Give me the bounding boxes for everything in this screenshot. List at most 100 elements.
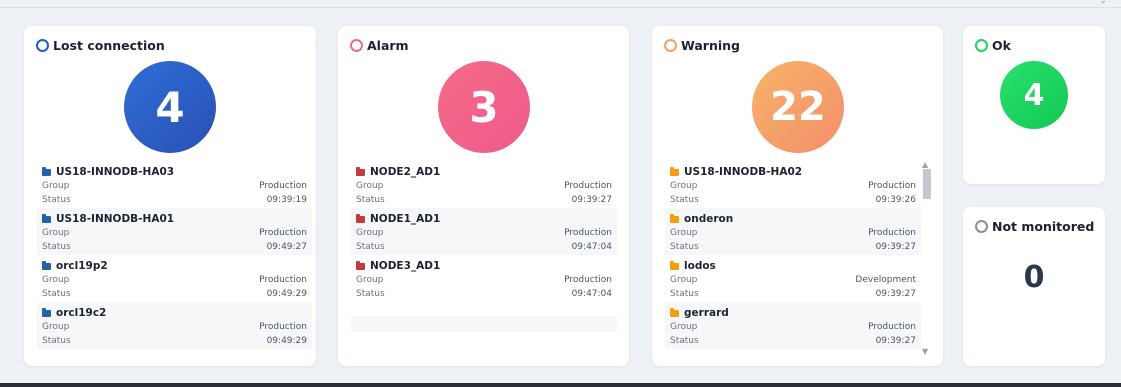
- status-label: Status: [670, 195, 699, 205]
- list-item[interactable]: lodos Group Development Status 09:39:27: [665, 255, 921, 302]
- folder-icon: [42, 307, 51, 317]
- status-label: Status: [356, 289, 385, 299]
- host-name-text: US18-INNODB-HA01: [56, 213, 175, 225]
- not-monitored-card: Not monitored 0: [963, 207, 1105, 366]
- card-title: Ok: [975, 38, 1011, 53]
- host-name[interactable]: orcl19p2: [42, 260, 108, 272]
- status-row: Status 09:49:29: [42, 289, 307, 299]
- list-item[interactable]: gerrard Group Production Status 09:39:27: [665, 302, 921, 349]
- group-value: Production: [868, 181, 916, 191]
- group-row: Group Production: [356, 181, 612, 191]
- status-label: Status: [42, 289, 71, 299]
- list-item[interactable]: orcl19c2 Group Production Status 09:49:29: [37, 302, 312, 349]
- status-label: Status: [42, 195, 71, 205]
- host-name[interactable]: gerrard: [670, 307, 729, 319]
- group-label: Group: [356, 275, 384, 285]
- list-item[interactable]: onderon Group Production Status 09:39:27: [665, 208, 921, 255]
- card-title-text: Ok: [992, 38, 1011, 53]
- bottom-border: [0, 383, 1121, 387]
- list-item[interactable]: US18-INNODB-HA02 Group Production Status 09:…: [665, 161, 921, 208]
- count-circle[interactable]: 4: [124, 61, 216, 153]
- status-ring-icon: [975, 39, 988, 52]
- top-divider: [0, 0, 1121, 8]
- status-time: 09:47:04: [571, 242, 612, 252]
- group-label: Group: [670, 322, 698, 332]
- group-label: Group: [670, 181, 698, 191]
- folder-icon: [42, 213, 51, 223]
- scroll-up-icon[interactable]: ▲: [922, 161, 928, 169]
- host-name-text: NODE3_AD1: [370, 260, 441, 272]
- host-name-text: NODE1_AD1: [370, 213, 441, 225]
- group-value: Production: [259, 228, 307, 238]
- status-label: Status: [356, 195, 385, 205]
- card-title: Alarm: [350, 38, 409, 53]
- group-label: Group: [356, 181, 384, 191]
- list-item[interactable]: NODE2_AD1 Group Production Status 09:39:27: [351, 161, 617, 208]
- status-row: Status 09:47:04: [356, 242, 612, 252]
- status-row: Status 09:39:19: [42, 195, 307, 205]
- host-name[interactable]: US18-INNODB-HA03: [42, 166, 174, 178]
- status-row: Status 09:39:27: [670, 242, 916, 252]
- folder-icon: [670, 166, 679, 176]
- host-name-text: orcl19p2: [56, 260, 108, 272]
- status-time: 09:39:27: [875, 289, 916, 299]
- host-name-text: onderon: [684, 213, 734, 225]
- host-list: NODE2_AD1 Group Production Status 09:39:27 NO…: [351, 161, 617, 356]
- folder-icon: [42, 260, 51, 270]
- group-row: Group Production: [670, 228, 916, 238]
- host-name[interactable]: NODE1_AD1: [356, 213, 440, 225]
- status-ring-icon: [664, 39, 677, 52]
- host-list: US18-INNODB-HA02 Group Production Status 09:…: [665, 161, 921, 356]
- folder-icon: [356, 260, 365, 270]
- host-name[interactable]: lodos: [670, 260, 716, 272]
- status-ring-icon: [350, 39, 363, 52]
- group-label: Group: [42, 275, 70, 285]
- status-row: Status 09:47:04: [356, 289, 612, 299]
- status-time: 09:49:27: [266, 242, 307, 252]
- status-label: Status: [42, 242, 71, 252]
- count-value: 4: [155, 82, 185, 132]
- group-value: Production: [868, 228, 916, 238]
- host-name[interactable]: onderon: [670, 213, 733, 225]
- scroll-thumb[interactable]: [923, 169, 931, 199]
- host-name[interactable]: orcl19c2: [42, 307, 106, 319]
- status-time: 09:49:29: [266, 289, 307, 299]
- group-label: Group: [42, 181, 70, 191]
- status-label: Status: [356, 242, 385, 252]
- list-scrollbar[interactable]: ▲ ▼: [922, 161, 931, 356]
- scroll-down-icon[interactable]: ▼: [922, 348, 928, 356]
- card-title-text: Warning: [681, 38, 740, 53]
- count-value[interactable]: 0: [963, 260, 1105, 295]
- list-item[interactable]: orcl19p2 Group Production Status 09:49:29: [37, 255, 312, 302]
- alarm-card: Alarm 3 NODE2_AD1 Group Production Status 09…: [338, 26, 629, 366]
- status-row: Status 09:39:27: [670, 336, 916, 346]
- folder-icon: [670, 213, 679, 223]
- chevron-down-icon[interactable]: ⌄: [1099, 0, 1107, 6]
- host-name[interactable]: NODE2_AD1: [356, 166, 440, 178]
- list-item[interactable]: NODE3_AD1 Group Production Status 09:47:04: [351, 255, 617, 302]
- status-label: Status: [670, 289, 699, 299]
- host-name[interactable]: US18-INNODB-HA01: [42, 213, 174, 225]
- group-value: Production: [259, 322, 307, 332]
- status-row: Status 09:39:26: [670, 195, 916, 205]
- card-title-text: Not monitored: [992, 219, 1095, 234]
- group-value: Production: [564, 275, 612, 285]
- group-value: Production: [868, 322, 916, 332]
- host-name-text: gerrard: [684, 307, 729, 319]
- group-row: Group Production: [42, 322, 307, 332]
- count-circle[interactable]: 3: [438, 61, 530, 153]
- status-label: Status: [42, 336, 71, 346]
- count-circle[interactable]: 4: [1000, 61, 1068, 129]
- card-title: Not monitored: [975, 219, 1094, 234]
- count-circle[interactable]: 22: [752, 61, 844, 153]
- group-row: Group Development: [670, 275, 916, 285]
- folder-icon: [42, 166, 51, 176]
- group-label: Group: [356, 228, 384, 238]
- card-title-text: Lost connection: [53, 38, 165, 53]
- host-name[interactable]: NODE3_AD1: [356, 260, 440, 272]
- list-item[interactable]: NODE1_AD1 Group Production Status 09:47:04: [351, 208, 617, 255]
- list-item[interactable]: US18-INNODB-HA03 Group Production Status 09:…: [37, 161, 312, 208]
- status-row: Status 09:49:27: [42, 242, 307, 252]
- host-name[interactable]: US18-INNODB-HA02: [670, 166, 802, 178]
- list-item[interactable]: US18-INNODB-HA01 Group Production Status 09:…: [37, 208, 312, 255]
